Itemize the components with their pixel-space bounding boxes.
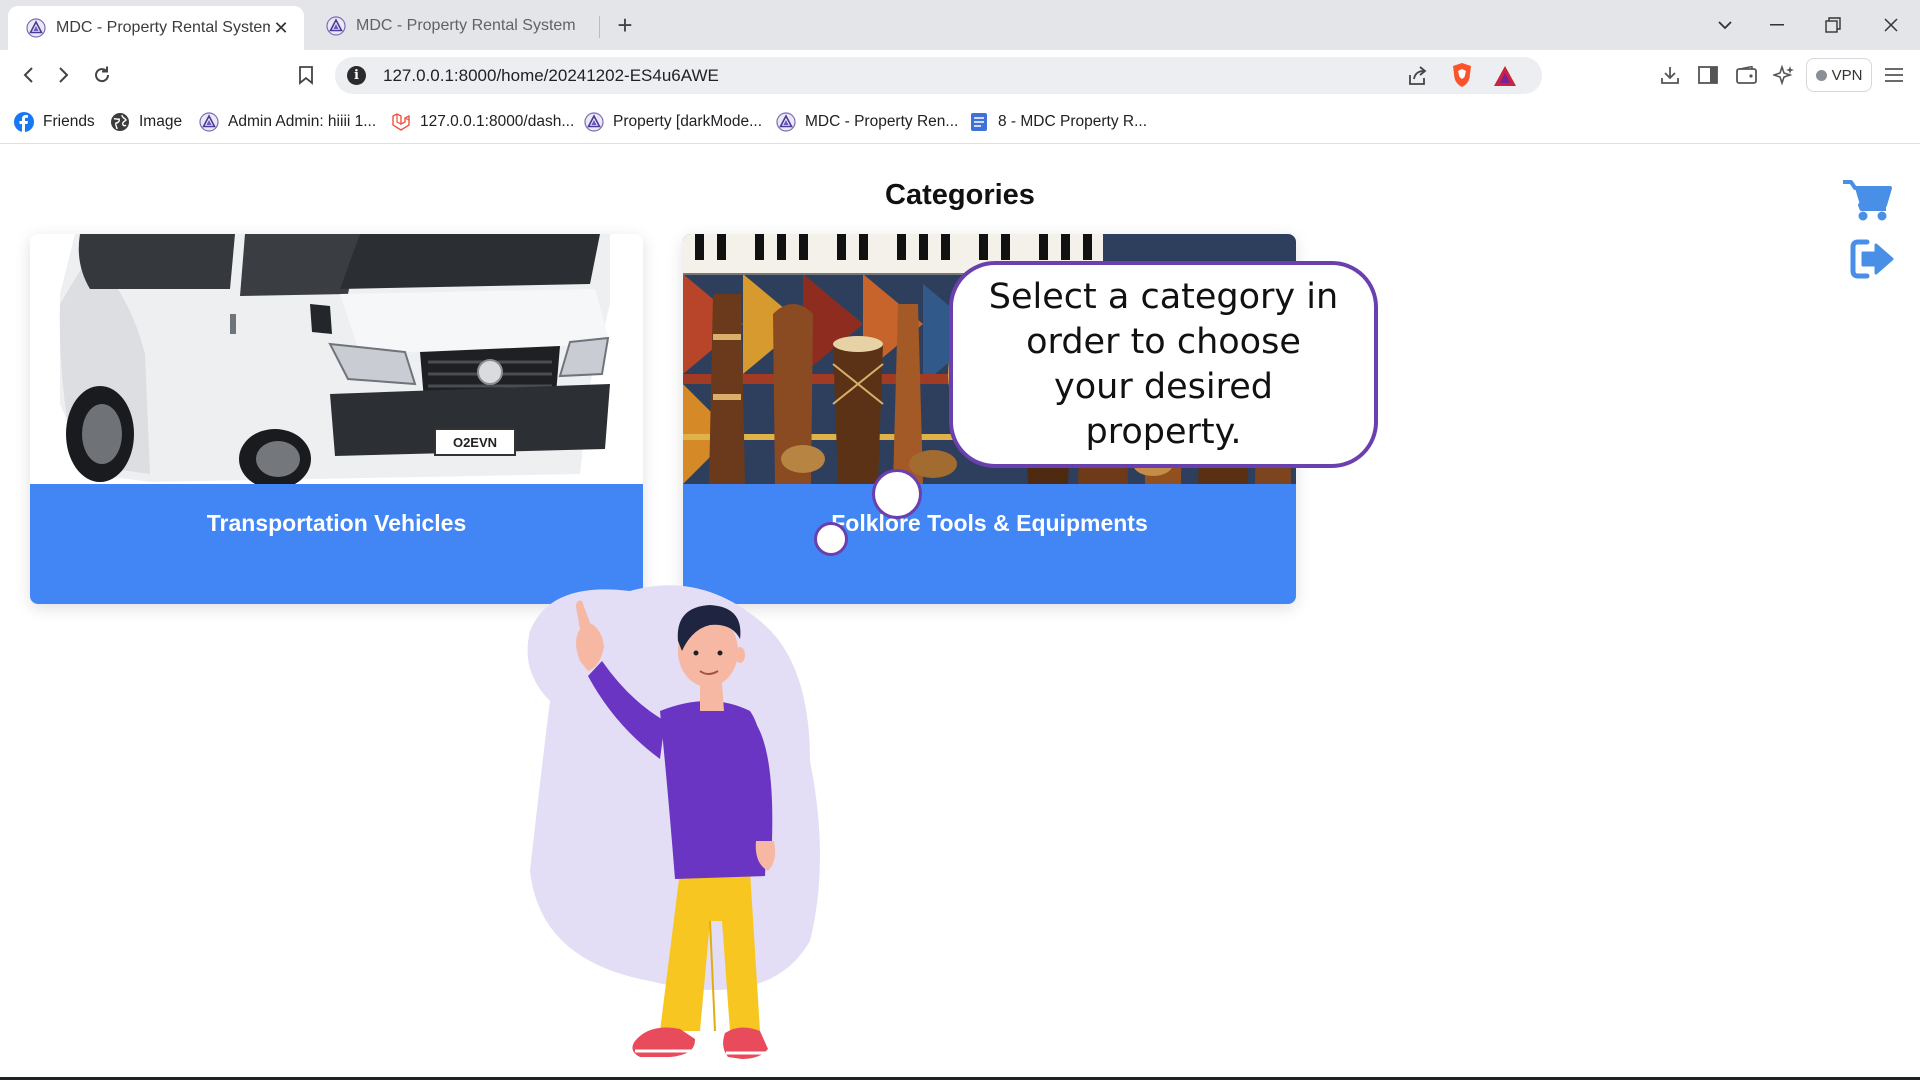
leo-ai-icon[interactable] xyxy=(1770,61,1798,89)
bookmark-admin[interactable]: Admin Admin: hiiii 1... xyxy=(199,110,376,134)
tab-search-chevron-icon[interactable] xyxy=(1710,10,1740,40)
menu-icon[interactable] xyxy=(1880,61,1908,89)
bookmark-label: Image xyxy=(139,113,183,130)
new-tab-button[interactable]: + xyxy=(610,10,640,40)
tab-strip: MDC - Property Rental System ✕ MDC - Pro… xyxy=(0,0,1920,50)
bookmark-property-darkmode[interactable]: Property [darkMode... xyxy=(584,110,762,134)
brave-rewards-icon[interactable] xyxy=(1491,62,1519,90)
bookmark-dashboard[interactable]: 127.0.0.1:8000/dash... xyxy=(391,110,574,134)
close-window-icon[interactable] xyxy=(1876,10,1906,40)
thought-bubble-large xyxy=(872,469,922,519)
van-image: O2EVN xyxy=(30,234,643,484)
brave-shield-icon[interactable] xyxy=(1448,61,1476,89)
tab-inactive[interactable]: MDC - Property Rental System xyxy=(308,6,604,46)
character-illustration xyxy=(527,585,820,1059)
bookmark-doc[interactable]: 8 - MDC Property R... xyxy=(969,110,1147,134)
sidebar-icon[interactable] xyxy=(1694,61,1722,89)
bookmarks-bar: Friends Image Admin Admin: hiiii 1... 12… xyxy=(0,100,1920,144)
logout-icon[interactable] xyxy=(1850,239,1894,279)
app-logo-icon xyxy=(776,112,796,132)
site-info-icon[interactable]: i xyxy=(347,66,366,85)
app-logo-icon xyxy=(326,16,346,36)
page-title: Categories xyxy=(885,179,1035,211)
tab-separator xyxy=(599,16,600,38)
address-bar[interactable]: i 127.0.0.1:8000/home/20241202-ES4u6AWE xyxy=(335,57,1542,94)
bookmark-label: 8 - MDC Property R... xyxy=(998,113,1147,130)
browser-window: MDC - Property Rental System ✕ MDC - Pro… xyxy=(0,0,1920,1080)
bookmark-label: MDC - Property Ren... xyxy=(805,113,959,130)
bookmark-image[interactable]: Image xyxy=(110,110,182,134)
laravel-icon xyxy=(392,113,410,131)
tooltip-text: Select a category in order to choose you… xyxy=(988,276,1339,452)
app-logo-icon xyxy=(26,18,46,38)
tab-title: MDC - Property Rental System xyxy=(56,19,270,36)
bookmark-icon[interactable] xyxy=(292,61,320,89)
vpn-label: VPN xyxy=(1831,66,1863,84)
vpn-button[interactable]: VPN xyxy=(1806,58,1872,92)
app-logo-icon xyxy=(199,112,219,132)
wallet-icon[interactable] xyxy=(1733,61,1761,89)
minimize-icon[interactable] xyxy=(1762,10,1792,40)
document-icon xyxy=(971,113,987,131)
forward-icon[interactable] xyxy=(50,61,78,89)
reload-icon[interactable] xyxy=(88,61,116,89)
page-content: Categories O2EVN Transportation Vehicles… xyxy=(0,145,1920,1080)
restore-icon[interactable] xyxy=(1818,10,1848,40)
browser-toolbar: i 127.0.0.1:8000/home/20241202-ES4u6AWE xyxy=(0,50,1920,100)
url-text[interactable]: 127.0.0.1:8000/home/20241202-ES4u6AWE xyxy=(383,66,719,86)
back-icon[interactable] xyxy=(14,61,42,89)
thought-bubble-small xyxy=(814,522,848,556)
bookmark-label: 127.0.0.1:8000/dash... xyxy=(420,113,575,130)
app-logo-icon xyxy=(584,112,604,132)
bookmark-label: Admin Admin: hiiii 1... xyxy=(228,113,377,130)
bookmark-friends[interactable]: Friends xyxy=(14,110,95,134)
bookmark-label: Property [darkMode... xyxy=(613,113,763,130)
vpn-status-icon xyxy=(1815,69,1827,81)
close-tab-icon[interactable]: ✕ xyxy=(270,17,292,39)
svg-text:O2EVN: O2EVN xyxy=(453,435,497,450)
share-icon[interactable] xyxy=(1403,62,1431,90)
bookmark-label: Friends xyxy=(43,113,95,130)
tab-title: MDC - Property Rental System xyxy=(356,17,576,34)
tooltip-bubble: Select a category in order to choose you… xyxy=(949,261,1378,468)
downloads-icon[interactable] xyxy=(1656,61,1684,89)
bookmark-mdc[interactable]: MDC - Property Ren... xyxy=(776,110,958,134)
globe-icon xyxy=(111,113,129,131)
facebook-icon xyxy=(14,112,34,132)
cart-icon[interactable] xyxy=(1842,178,1892,222)
tab-active[interactable]: MDC - Property Rental System ✕ xyxy=(8,6,304,50)
